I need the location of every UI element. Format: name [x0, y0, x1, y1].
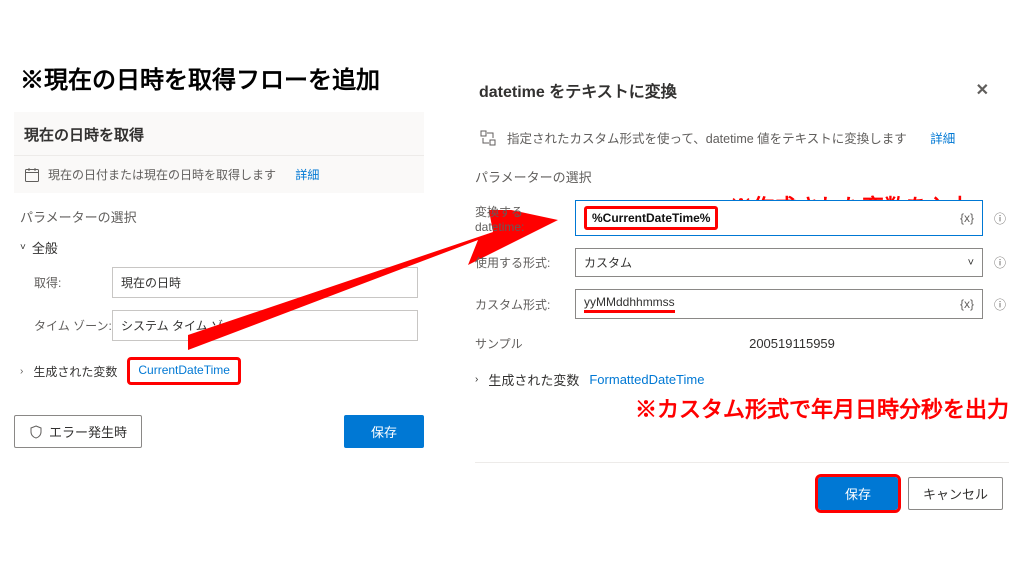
datetime-field-label: 変換する datetime:: [475, 203, 575, 234]
right-generated-var-chip[interactable]: FormattedDateTime: [589, 372, 704, 387]
caret-down-icon: ˅: [20, 242, 26, 253]
general-label: 全般: [32, 238, 58, 257]
left-save-button[interactable]: 保存: [344, 415, 424, 448]
convert-icon: [479, 129, 497, 147]
on-error-button[interactable]: エラー発生時: [14, 415, 142, 448]
custom-format-value: yyMMddhhmmss: [584, 295, 675, 313]
generated-var-label: 生成された変数: [33, 363, 117, 380]
right-dialog-title: datetime をテキストに変換: [479, 78, 677, 102]
left-dialog-title: 現在の日時を取得: [14, 112, 424, 156]
general-expander[interactable]: ˅ 全般: [14, 228, 424, 261]
right-dialog-description: 指定されたカスタム形式を使って、datetime 値をテキストに変換します 詳細: [475, 118, 1009, 161]
custom-format-input[interactable]: yyMMddhhmmss {x}: [575, 289, 983, 319]
left-dialog: 現在の日時を取得 現在の日付または現在の日時を取得します 詳細 パラメーターの選…: [14, 112, 424, 391]
retrieve-field-label: 取得:: [34, 274, 112, 291]
datetime-input[interactable]: %CurrentDateTime% {x}: [575, 200, 983, 236]
format-select[interactable]: カスタム ˅: [575, 248, 983, 277]
generated-var-chip[interactable]: CurrentDateTime: [138, 363, 230, 377]
sample-label: サンプル: [475, 335, 575, 352]
right-save-button[interactable]: 保存: [818, 477, 898, 510]
timezone-select[interactable]: システム タイム ゾーン: [112, 310, 418, 341]
generated-var-highlight: CurrentDateTime: [127, 357, 241, 385]
variable-picker-icon[interactable]: {x}: [960, 297, 974, 311]
format-value: カスタム: [584, 254, 632, 271]
calendar-icon: [24, 167, 40, 183]
caret-right-icon: ›: [20, 366, 23, 377]
left-desc-text: 現在の日付または現在の日時を取得します: [48, 166, 276, 183]
variable-picker-icon[interactable]: {x}: [960, 211, 974, 225]
left-dialog-description: 現在の日付または現在の日時を取得します 詳細: [14, 156, 424, 193]
info-icon[interactable]: ⓘ: [991, 210, 1009, 227]
cancel-button[interactable]: キャンセル: [908, 477, 1003, 510]
info-icon[interactable]: ⓘ: [991, 296, 1009, 313]
left-section-params-label: パラメーターの選択: [14, 193, 424, 228]
chevron-down-icon: ˅: [968, 257, 974, 269]
right-dialog: datetime をテキストに変換 ✕ 指定されたカスタム形式を使って、date…: [475, 72, 1009, 397]
info-icon[interactable]: ⓘ: [991, 254, 1009, 271]
left-footer: エラー発生時 保存: [14, 415, 424, 448]
custom-format-field-label: カスタム形式:: [475, 296, 575, 313]
right-section-params-label: パラメーターの選択: [475, 161, 1009, 194]
timezone-field-label: タイム ゾーン:: [34, 317, 112, 334]
right-generated-var-label: 生成された変数: [488, 370, 579, 389]
shield-icon: [29, 425, 43, 439]
right-more-link[interactable]: 詳細: [930, 128, 955, 147]
format-field-label: 使用する形式:: [475, 254, 575, 271]
sample-value: 200519115959: [575, 336, 1009, 351]
datetime-value-token: %CurrentDateTime%: [584, 206, 718, 230]
right-footer: 保存 キャンセル: [475, 462, 1009, 510]
annotation-main-title: ※現在の日時を取得フローを追加: [20, 60, 380, 95]
caret-right-icon: ›: [475, 374, 478, 385]
retrieve-select[interactable]: 現在の日時: [112, 267, 418, 298]
right-desc-text: 指定されたカスタム形式を使って、datetime 値をテキストに変換します: [507, 128, 907, 147]
on-error-label: エラー発生時: [49, 422, 127, 441]
left-more-link[interactable]: 詳細: [295, 166, 319, 183]
close-icon[interactable]: ✕: [976, 80, 989, 100]
